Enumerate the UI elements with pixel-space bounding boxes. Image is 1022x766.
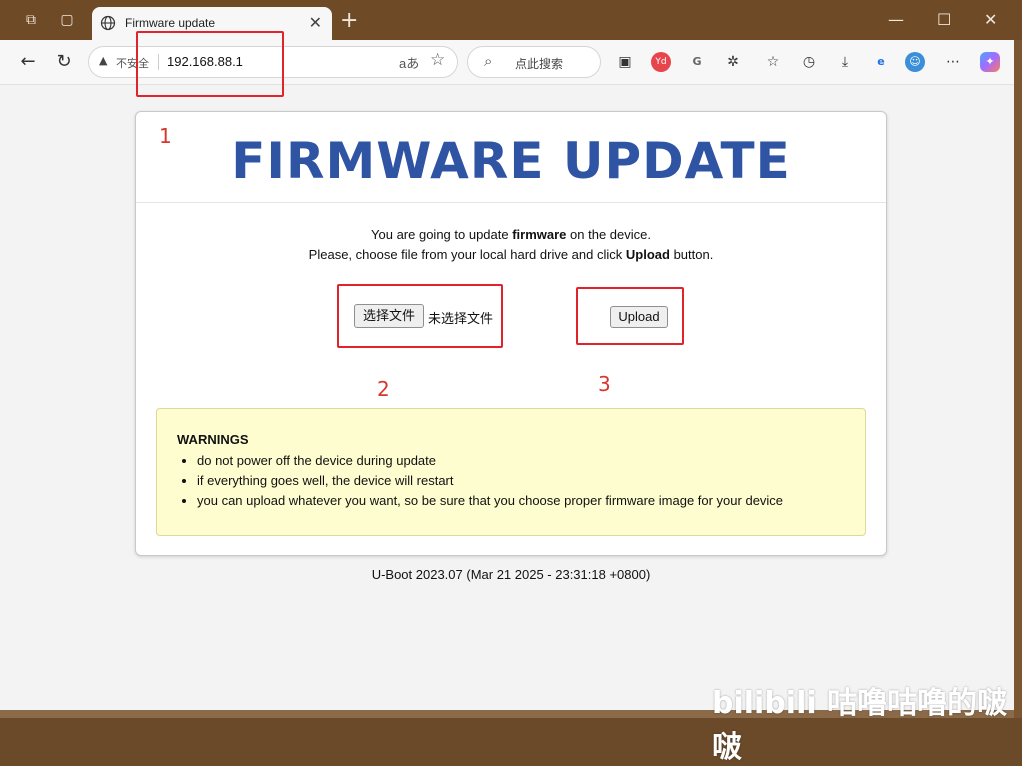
warnings-box: WARNINGS do not power off the device dur… [156,408,866,536]
intro-line2-bold: Upload [625,247,670,262]
annotation-box-address [136,31,284,97]
intro-line1-bold: firmware [512,227,567,242]
back-icon[interactable]: ← [16,50,40,74]
search-box[interactable]: ⌕ 点此搜索 [467,46,601,78]
page-title: FIRMWARE UPDATE [231,132,791,190]
favorite-star-icon[interactable]: ☆ [430,50,445,70]
close-tab-icon[interactable]: ✕ [309,13,322,32]
firmware-card: FIRMWARE UPDATE You are going to update … [135,111,887,556]
annotation-number-2: 2 [377,377,390,401]
favorites-icon[interactable]: ☆ [763,52,783,72]
bilibili-watermark: bilibili 咕噜咕噜的啵啵 [712,686,1008,765]
edge-extension-icon[interactable]: e [871,52,891,72]
warning-item: if everything goes well, the device will… [197,471,783,491]
extensions-icon[interactable]: ✲ [723,52,743,72]
globe-icon [100,15,116,31]
annotation-box-choose-file [337,284,503,348]
tab-title: Firmware update [125,16,216,30]
profile-avatar-icon[interactable]: ☺ [905,52,925,72]
warnings-title: WARNINGS [177,432,249,447]
annotation-number-3: 3 [598,372,611,396]
new-tab-icon[interactable]: + [340,8,358,33]
search-icon: ⌕ [484,52,493,70]
page-viewport: FIRMWARE UPDATE You are going to update … [0,85,1014,710]
maximize-icon[interactable]: ☐ [937,10,951,29]
grammarly-extension-icon[interactable]: G [687,52,707,72]
uboot-version-footer: U-Boot 2023.07 (Mar 21 2025 - 23:31:18 +… [371,567,651,582]
tab-actions-icon[interactable]: ▢ [58,12,76,28]
workspaces-icon[interactable]: ⧉ [22,12,40,28]
extension-panel-icon[interactable]: ▣ [615,52,635,72]
history-icon[interactable]: ◷ [799,52,819,72]
warning-icon[interactable]: ▲ [99,54,107,67]
annotation-number-1: 1 [159,124,172,148]
intro-line1-post: on the device. [566,227,651,242]
warnings-list: do not power off the device during updat… [177,451,783,511]
card-header: FIRMWARE UPDATE [136,112,886,203]
intro-line2-post: button. [669,247,714,262]
more-menu-icon[interactable]: ⋯ [943,52,963,72]
youdao-extension-icon[interactable]: Yd [651,52,671,72]
annotation-box-upload [576,287,684,345]
minimize-icon[interactable]: — [888,10,904,29]
warning-item: do not power off the device during updat… [197,451,783,471]
downloads-icon[interactable]: ⤓ [835,52,855,72]
window-edge [1014,40,1022,718]
refresh-icon[interactable]: ↻ [52,50,76,74]
intro-line2-pre: Please, choose file from your local hard… [308,247,626,262]
close-window-icon[interactable]: ✕ [984,10,997,29]
warning-item: you can upload whatever you want, so be … [197,491,783,511]
search-placeholder: 点此搜索 [515,57,564,71]
intro-line1-pre: You are going to update [371,227,513,242]
intro-text: You are going to update firmware on the … [136,225,886,265]
copilot-icon[interactable]: ✦ [980,52,1000,72]
read-aloud-icon[interactable]: aあ [399,53,419,72]
